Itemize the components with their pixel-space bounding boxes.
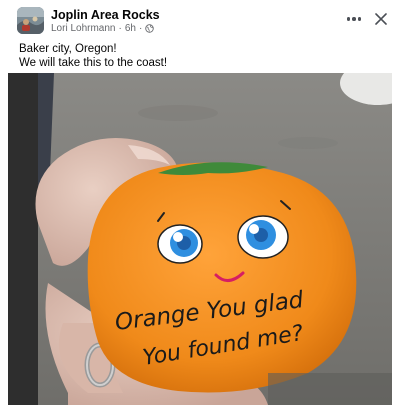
group-avatar[interactable] (17, 7, 44, 34)
facebook-post: Joplin Area Rocks Lori Lohrmann · 6h · B… (0, 0, 400, 405)
globe-icon (145, 24, 155, 33)
close-icon (375, 13, 387, 25)
post-caption: Baker city, Oregon! We will take this to… (19, 42, 389, 70)
meta-separator-2: · (138, 23, 143, 34)
close-button[interactable] (370, 8, 392, 30)
more-options-dot (352, 17, 356, 21)
post-header: Joplin Area Rocks Lori Lohrmann · 6h · (0, 0, 400, 40)
left-dark-edge (8, 73, 38, 405)
more-options-icon (346, 17, 351, 21)
post-meta: Lori Lohrmann · 6h · (51, 23, 155, 34)
post-time[interactable]: 6h (125, 23, 136, 34)
group-name[interactable]: Joplin Area Rocks (51, 8, 160, 22)
painted-rock-photo: Orange You glad You found me? (8, 73, 392, 405)
post-photo[interactable]: Orange You glad You found me? (8, 73, 392, 405)
more-options-button[interactable] (342, 8, 366, 30)
meta-separator: · (118, 23, 122, 34)
caption-line: Baker city, Oregon! (19, 43, 117, 55)
caption-line: We will take this to the coast! (19, 57, 168, 69)
more-options-dot (357, 17, 362, 21)
avatar-image (17, 7, 44, 34)
author-name[interactable]: Lori Lohrmann (51, 23, 115, 34)
